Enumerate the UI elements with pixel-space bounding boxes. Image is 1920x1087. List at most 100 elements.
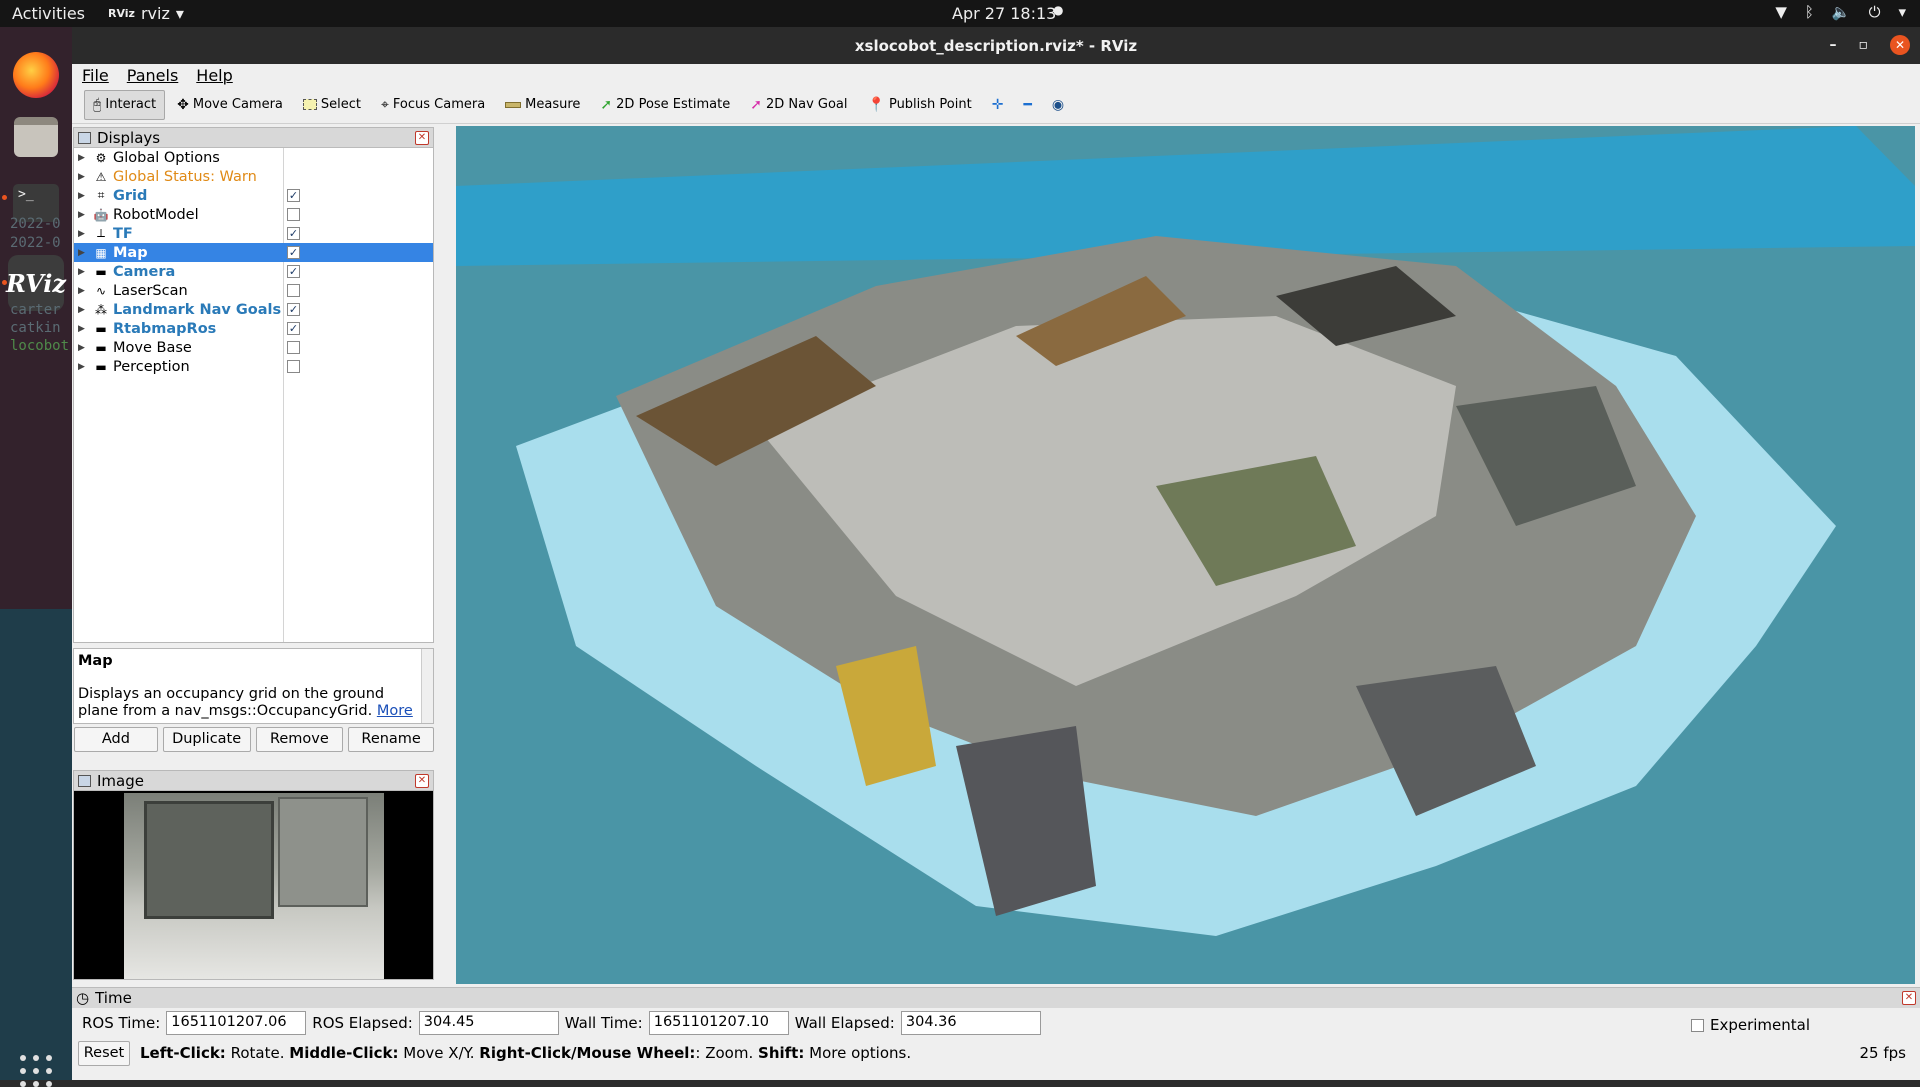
- menu-file[interactable]: File: [82, 66, 109, 85]
- expand-arrow-icon[interactable]: ▶: [78, 362, 92, 372]
- wall-elapsed-field[interactable]: 304.36: [900, 1011, 1041, 1035]
- volume-icon[interactable]: 🔈: [1832, 3, 1851, 21]
- display-row[interactable]: ▶ ∿ LaserScan: [74, 281, 433, 300]
- display-row[interactable]: ▶ ▬ Camera ✓: [74, 262, 433, 281]
- background-terminal-text: carter: [10, 302, 61, 318]
- expand-arrow-icon[interactable]: ▶: [78, 324, 92, 334]
- move-camera-icon: ✥: [177, 96, 189, 113]
- app-menu[interactable]: RViz rviz ▾: [108, 4, 184, 23]
- app-menu-label: rviz: [140, 4, 170, 23]
- display-row[interactable]: ▶ ⚙ Global Options: [74, 148, 433, 167]
- menu-help[interactable]: Help: [196, 66, 232, 85]
- display-label: Camera: [113, 263, 176, 280]
- display-enabled-checkbox[interactable]: ✓: [287, 303, 300, 316]
- rename-button[interactable]: Rename: [348, 727, 434, 752]
- interact-tool-button[interactable]: 🖰 Interact: [84, 89, 166, 120]
- window-titlebar[interactable]: xslocobot_description.rviz* - RViz – ▫ ✕: [72, 27, 1920, 64]
- move-camera-tool-button[interactable]: ✥ Move Camera: [169, 90, 291, 120]
- ros-elapsed-field[interactable]: 304.45: [418, 1011, 559, 1035]
- expand-arrow-icon[interactable]: ▶: [78, 267, 92, 277]
- close-icon[interactable]: ✕: [1890, 35, 1910, 55]
- camera-image-door: [144, 801, 274, 919]
- expand-arrow-icon[interactable]: ▶: [78, 248, 92, 258]
- display-row[interactable]: ▶ ▬ Perception: [74, 357, 433, 376]
- expand-arrow-icon[interactable]: ▶: [78, 153, 92, 163]
- panel-close-icon[interactable]: ✕: [1902, 991, 1916, 1005]
- expand-arrow-icon[interactable]: ▶: [78, 172, 92, 182]
- display-enabled-checkbox[interactable]: ✓: [287, 227, 300, 240]
- wall-time-field[interactable]: 1651101207.10: [648, 1011, 789, 1035]
- select-tool-button[interactable]: Select: [295, 90, 369, 120]
- display-enabled-checkbox[interactable]: ✓: [287, 265, 300, 278]
- display-enabled-checkbox[interactable]: ✓: [287, 322, 300, 335]
- add-tool-button[interactable]: ✛: [984, 90, 1012, 120]
- expand-arrow-icon[interactable]: ▶: [78, 343, 92, 353]
- display-row[interactable]: ▶ ▬ Move Base: [74, 338, 433, 357]
- background-terminal-text: 2022-0: [10, 216, 61, 232]
- panel-close-icon[interactable]: ✕: [415, 131, 429, 145]
- firefox-launcher[interactable]: [8, 47, 64, 103]
- display-row[interactable]: ▶ ▦ Map ✓: [74, 243, 433, 262]
- wifi-icon[interactable]: ▼: [1775, 3, 1787, 21]
- display-label: Move Base: [113, 339, 192, 356]
- dock: >_ RViz 2022-0 2022-0 carter catkin loco…: [0, 27, 72, 1087]
- description-scrollbar[interactable]: [421, 649, 433, 723]
- measure-label: Measure: [525, 97, 581, 112]
- display-enabled-checkbox[interactable]: [287, 284, 300, 297]
- display-label: Grid: [113, 187, 148, 204]
- focus-camera-tool-button[interactable]: ⌖ Focus Camera: [373, 90, 493, 120]
- clock-icon: ◷: [76, 989, 90, 1007]
- publish-point-label: Publish Point: [888, 97, 972, 112]
- display-row[interactable]: ▶ ⟂ TF ✓: [74, 224, 433, 243]
- publish-point-tool-button[interactable]: 📍 Publish Point: [860, 90, 980, 120]
- display-enabled-checkbox[interactable]: [287, 341, 300, 354]
- expand-arrow-icon[interactable]: ▶: [78, 191, 92, 201]
- pose-estimate-tool-button[interactable]: ➚ 2D Pose Estimate: [592, 90, 738, 120]
- expand-arrow-icon[interactable]: ▶: [78, 305, 92, 315]
- menu-panels[interactable]: Panels: [127, 66, 179, 85]
- tool-properties-button[interactable]: ◉: [1044, 90, 1072, 120]
- tray-chevron-down-icon[interactable]: ▾: [1898, 3, 1906, 21]
- expand-arrow-icon[interactable]: ▶: [78, 286, 92, 296]
- display-label: Map: [113, 244, 148, 261]
- expand-arrow-icon[interactable]: ▶: [78, 229, 92, 239]
- remove-button[interactable]: Remove: [255, 727, 344, 752]
- display-enabled-checkbox[interactable]: ✓: [287, 189, 300, 202]
- hint-key: Right-Click/Mouse Wheel:: [479, 1044, 696, 1062]
- system-tray[interactable]: ▼ ᛒ 🔈 ⏻ ▾: [1775, 3, 1906, 21]
- show-applications-icon[interactable]: [20, 1055, 52, 1087]
- measure-tool-button[interactable]: Measure: [497, 90, 588, 120]
- monitor-icon: [78, 131, 91, 144]
- display-enabled-checkbox[interactable]: [287, 360, 300, 373]
- duplicate-button[interactable]: Duplicate: [162, 727, 251, 752]
- display-row[interactable]: ▶ ⁂ Landmark Nav Goals ✓: [74, 300, 433, 319]
- display-row[interactable]: ▶ ⌗ Grid ✓: [74, 186, 433, 205]
- reset-button[interactable]: Reset: [78, 1040, 130, 1066]
- display-row[interactable]: ▶ ⚠ Global Status: Warn: [74, 167, 433, 186]
- expand-arrow-icon[interactable]: ▶: [78, 210, 92, 220]
- power-icon[interactable]: ⏻: [1869, 3, 1881, 21]
- experimental-toggle[interactable]: Experimental: [1690, 1016, 1810, 1034]
- display-row[interactable]: ▶ 🤖 RobotModel: [74, 205, 433, 224]
- experimental-checkbox[interactable]: [1690, 1018, 1704, 1032]
- 3d-viewport[interactable]: [456, 126, 1915, 984]
- bluetooth-icon[interactable]: ᛒ: [1805, 3, 1814, 21]
- more-link[interactable]: More: [377, 703, 413, 719]
- display-enabled-checkbox[interactable]: ✓: [287, 246, 300, 259]
- maximize-icon[interactable]: ▫: [1859, 37, 1869, 53]
- hint-key: Shift:: [758, 1044, 805, 1062]
- displays-panel-title: Displays: [97, 128, 161, 147]
- files-launcher[interactable]: [8, 109, 64, 165]
- minimize-icon[interactable]: –: [1830, 37, 1837, 53]
- minus-icon: ━: [1023, 96, 1032, 113]
- clock[interactable]: Apr 27 18:13: [952, 4, 1056, 23]
- ros-time-field[interactable]: 1651101207.06: [166, 1011, 307, 1035]
- panel-close-icon[interactable]: ✕: [415, 774, 429, 788]
- add-button[interactable]: Add: [74, 727, 158, 752]
- remove-tool-button[interactable]: ━: [1015, 90, 1039, 120]
- display-row[interactable]: ▶ ▬ RtabmapRos ✓: [74, 319, 433, 338]
- display-enabled-checkbox[interactable]: [287, 208, 300, 221]
- activities-button[interactable]: Activities: [12, 4, 85, 23]
- splitter-handle[interactable]: [444, 126, 454, 984]
- nav-goal-tool-button[interactable]: ➚ 2D Nav Goal: [742, 90, 855, 120]
